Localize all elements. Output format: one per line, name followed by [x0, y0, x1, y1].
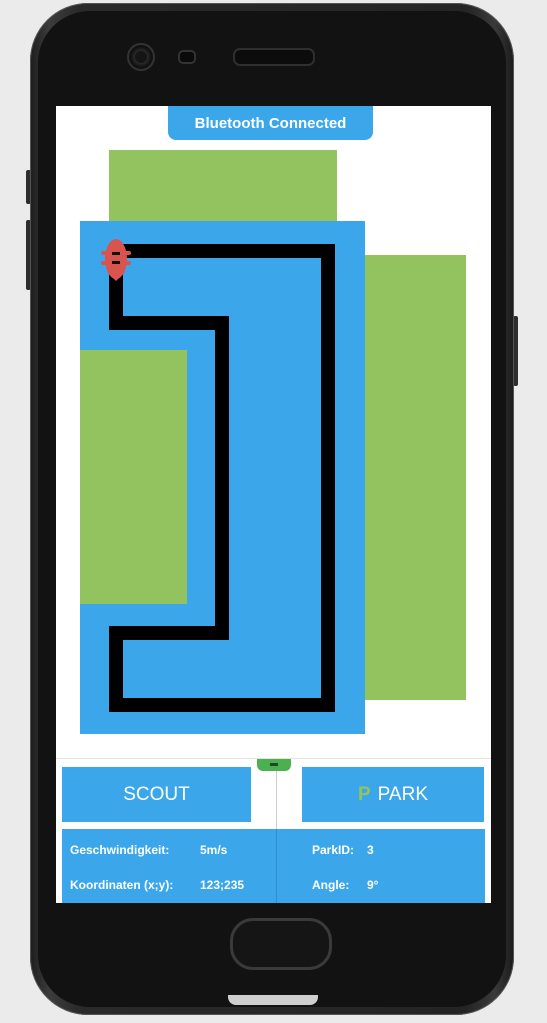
parking-icon: P — [357, 783, 371, 805]
coordinates-value: 123;235 — [200, 878, 245, 892]
parking-area-top — [109, 150, 337, 222]
panel-drag-handle[interactable] — [257, 759, 291, 771]
scout-button[interactable]: SCOUT — [62, 767, 251, 822]
park-button[interactable]: P PARK — [302, 767, 484, 822]
park-button-label: PARK — [377, 783, 429, 805]
parking-area-left — [80, 350, 187, 604]
home-button[interactable] — [230, 918, 332, 970]
speed-label: Geschwindigkeit: — [70, 843, 170, 857]
parkid-label: ParkID: — [312, 843, 355, 857]
phone-bottom-edge — [228, 995, 318, 1005]
telemetry-divider — [276, 829, 277, 903]
scout-button-label: SCOUT — [123, 783, 190, 805]
front-camera-icon — [127, 43, 155, 71]
app-screen: Bluetooth Connected SCOUT P PARK Geschwi… — [56, 106, 491, 903]
speed-value: 5m/s — [200, 843, 228, 857]
earpiece-speaker — [233, 48, 315, 66]
bluetooth-status-banner: Bluetooth Connected — [168, 106, 373, 140]
parking-map[interactable] — [56, 106, 491, 756]
coordinates-label: Koordinaten (x;y): — [70, 878, 174, 892]
angle-label: Angle: — [312, 878, 350, 892]
parking-area-right — [365, 255, 466, 700]
control-panel: SCOUT P PARK Geschwindigkeit: 5m/s Koord… — [56, 758, 491, 903]
proximity-sensor — [178, 50, 196, 64]
parkid-value: 3 — [367, 843, 374, 857]
telemetry-panel: Geschwindigkeit: 5m/s Koordinaten (x;y):… — [62, 829, 485, 903]
angle-value: 9° — [367, 878, 379, 892]
